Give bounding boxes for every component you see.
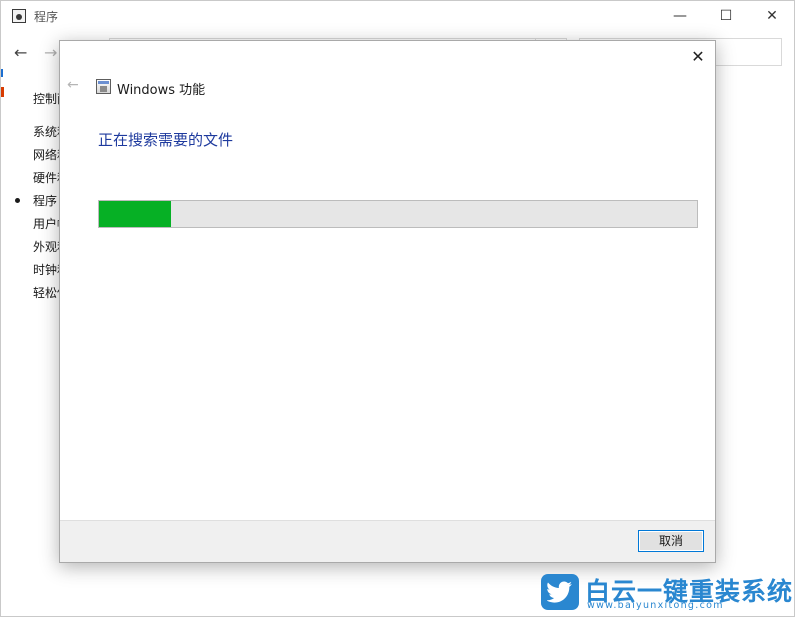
sidebar-item-programs[interactable]: 程序	[33, 192, 57, 209]
maximize-button[interactable]: ☐	[703, 1, 749, 32]
control-panel-icon	[12, 9, 26, 23]
back-arrow-icon[interactable]: ←	[14, 43, 27, 62]
close-button[interactable]: ✕	[749, 1, 795, 32]
watermark: 白云一键重装系统 www.baiyunxitong.com	[541, 574, 792, 614]
window-title: 程序	[34, 10, 59, 24]
windows-features-dialog: ✕ ← Windows 功能 正在搜索需要的文件 取消	[59, 40, 716, 563]
title-bar: 程序 — ☐ ✕	[1, 1, 795, 32]
watermark-url: www.baiyunxitong.com	[587, 600, 724, 611]
dialog-footer: 取消	[60, 520, 715, 562]
bird-logo-icon	[541, 574, 579, 610]
progress-fill	[99, 201, 171, 227]
cancel-button[interactable]: 取消	[638, 530, 704, 552]
status-heading: 正在搜索需要的文件	[98, 131, 234, 149]
dialog-back-arrow-icon: ←	[67, 77, 79, 93]
minimize-button[interactable]: —	[657, 1, 703, 32]
edge-accent	[1, 69, 3, 77]
edge-accent-red	[1, 87, 4, 97]
forward-arrow-icon[interactable]: →	[44, 43, 57, 62]
dialog-title: Windows 功能	[117, 83, 206, 98]
selected-bullet-icon	[15, 198, 20, 203]
windows-features-icon	[96, 79, 111, 94]
progress-bar	[98, 200, 698, 228]
dialog-close-button[interactable]: ✕	[683, 43, 713, 71]
